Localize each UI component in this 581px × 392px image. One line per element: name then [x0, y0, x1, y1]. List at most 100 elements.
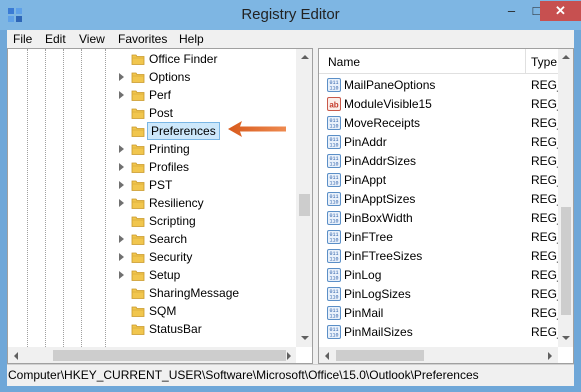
expand-arrow-icon[interactable] [119, 199, 124, 207]
value-row[interactable]: 011 110 PinMailSizes REG_ [319, 323, 564, 342]
expand-arrow-icon[interactable] [119, 163, 124, 171]
value-name: PinMailSizes [344, 325, 413, 339]
tree-item[interactable]: Office Finder [8, 50, 296, 68]
column-type-header[interactable]: Type [531, 55, 557, 69]
tree-item-label: Search [149, 232, 188, 246]
value-row[interactable]: 011 110 PinLog REG_ [319, 266, 564, 285]
window-title: Registry Editor [241, 6, 340, 23]
binary-value-icon: 011 110 [327, 154, 341, 168]
tree-item[interactable]: Options [8, 68, 296, 86]
svg-text:110: 110 [329, 257, 338, 263]
value-row[interactable]: 011 110 PinFTree REG_ [319, 228, 564, 247]
binary-value-icon: 011 110 [327, 306, 341, 320]
status-path: Computer\HKEY_CURRENT_USER\Software\Micr… [8, 368, 479, 382]
binary-value-icon: 011 110 [327, 192, 341, 206]
menu-bar: File Edit View Favorites Help [7, 30, 574, 48]
folder-icon [131, 70, 145, 84]
value-row[interactable]: 011 110 PinAddr REG_ [319, 133, 564, 152]
column-name-header[interactable]: Name [328, 55, 360, 69]
value-name: PinMail [344, 306, 384, 320]
value-row[interactable]: 011 110 PinAddrSizes REG_ [319, 152, 564, 171]
folder-icon [131, 178, 145, 192]
tree-hscroll-thumb[interactable] [53, 350, 286, 361]
column-header: Name Type [319, 49, 558, 74]
menu-help[interactable]: Help [179, 32, 204, 46]
registry-tree[interactable]: Office Finder Options Perf Post Preferences P… [7, 48, 313, 364]
svg-text:110: 110 [329, 181, 338, 187]
tree-item-label: Office Finder [149, 52, 218, 66]
scroll-up-icon[interactable] [562, 55, 570, 59]
tree-item-label: PST [149, 178, 173, 192]
svg-text:110: 110 [329, 86, 338, 92]
binary-value-icon: 011 110 [327, 173, 341, 187]
tree-vertical-scrollbar[interactable] [296, 49, 312, 347]
value-row[interactable]: 011 110 MailPaneOptions REG_ [319, 76, 564, 95]
tree-item[interactable]: PST [8, 176, 296, 194]
minimize-button[interactable]: – [498, 1, 525, 21]
binary-value-icon: 011 110 [327, 116, 341, 130]
tree-item-label: Post [149, 106, 174, 120]
value-row[interactable]: 011 110 PinLogSizes REG_ [319, 285, 564, 304]
expand-arrow-icon[interactable] [119, 73, 124, 81]
values-list[interactable]: Name Type 011 110 MailPaneOptions REG_ab Mod… [318, 48, 574, 364]
folder-icon [131, 196, 145, 210]
menu-file[interactable]: File [13, 32, 32, 46]
binary-value-icon: 011 110 [327, 230, 341, 244]
menu-view[interactable]: View [79, 32, 105, 46]
scroll-right-icon[interactable] [548, 352, 552, 360]
close-button[interactable]: ✕ [540, 1, 581, 21]
tree-item[interactable]: Profiles [8, 158, 296, 176]
expand-arrow-icon[interactable] [119, 235, 124, 243]
value-row[interactable]: ab ModuleVisible15 REG_ [319, 95, 564, 114]
svg-text:ab: ab [329, 101, 338, 110]
value-row[interactable]: 011 110 MoveReceipts REG_ [319, 114, 564, 133]
expand-arrow-icon[interactable] [119, 145, 124, 153]
value-name: ModuleVisible15 [344, 97, 432, 111]
folder-icon [131, 268, 145, 282]
value-row[interactable]: 011 110 PinMail REG_ [319, 304, 564, 323]
values-vertical-scrollbar[interactable] [558, 49, 573, 347]
svg-text:110: 110 [329, 314, 338, 320]
scroll-right-icon[interactable] [287, 352, 291, 360]
folder-icon [131, 88, 145, 102]
tree-item-label: SharingMessage [149, 286, 240, 300]
scroll-down-icon[interactable] [562, 336, 570, 340]
values-horizontal-scrollbar[interactable] [319, 347, 558, 363]
tree-item[interactable]: Printing [8, 140, 296, 158]
tree-horizontal-scrollbar[interactable] [8, 347, 296, 363]
values-hscroll-thumb[interactable] [336, 350, 424, 361]
expand-arrow-icon[interactable] [119, 91, 124, 99]
title-bar: Registry Editor – □ ✕ [0, 0, 581, 30]
tree-item[interactable]: Setup [8, 266, 296, 284]
tree-scroll-thumb[interactable] [299, 194, 310, 216]
svg-text:110: 110 [329, 333, 338, 339]
scroll-up-icon[interactable] [301, 55, 309, 59]
values-scroll-thumb[interactable] [561, 207, 571, 315]
tree-item-label: Printing [149, 142, 190, 156]
svg-text:110: 110 [329, 124, 338, 130]
value-row[interactable]: 011 110 PinAppt REG_ [319, 171, 564, 190]
scroll-left-icon[interactable] [325, 352, 329, 360]
scroll-left-icon[interactable] [14, 352, 18, 360]
tree-item[interactable]: Perf [8, 86, 296, 104]
tree-item[interactable]: SharingMessage [8, 284, 296, 302]
tree-item[interactable]: SQM [8, 302, 296, 320]
tree-item[interactable]: Search [8, 230, 296, 248]
expand-arrow-icon[interactable] [119, 271, 124, 279]
value-row[interactable]: 011 110 PinFTreeSizes REG_ [319, 247, 564, 266]
tree-item[interactable]: Security [8, 248, 296, 266]
expand-arrow-icon[interactable] [119, 253, 124, 261]
svg-text:110: 110 [329, 162, 338, 168]
column-divider[interactable] [525, 49, 526, 73]
tree-item[interactable]: StatusBar [8, 320, 296, 338]
tree-item[interactable]: Resiliency [8, 194, 296, 212]
menu-edit[interactable]: Edit [45, 32, 66, 46]
value-name: PinAddr [344, 135, 387, 149]
value-row[interactable]: 011 110 PinBoxWidth REG_ [319, 209, 564, 228]
menu-favorites[interactable]: Favorites [118, 32, 167, 46]
value-row[interactable]: 011 110 PinApptSizes REG_ [319, 190, 564, 209]
expand-arrow-icon[interactable] [119, 181, 124, 189]
tree-item[interactable]: Scripting [8, 212, 296, 230]
scroll-down-icon[interactable] [301, 336, 309, 340]
binary-value-icon: 011 110 [327, 211, 341, 225]
